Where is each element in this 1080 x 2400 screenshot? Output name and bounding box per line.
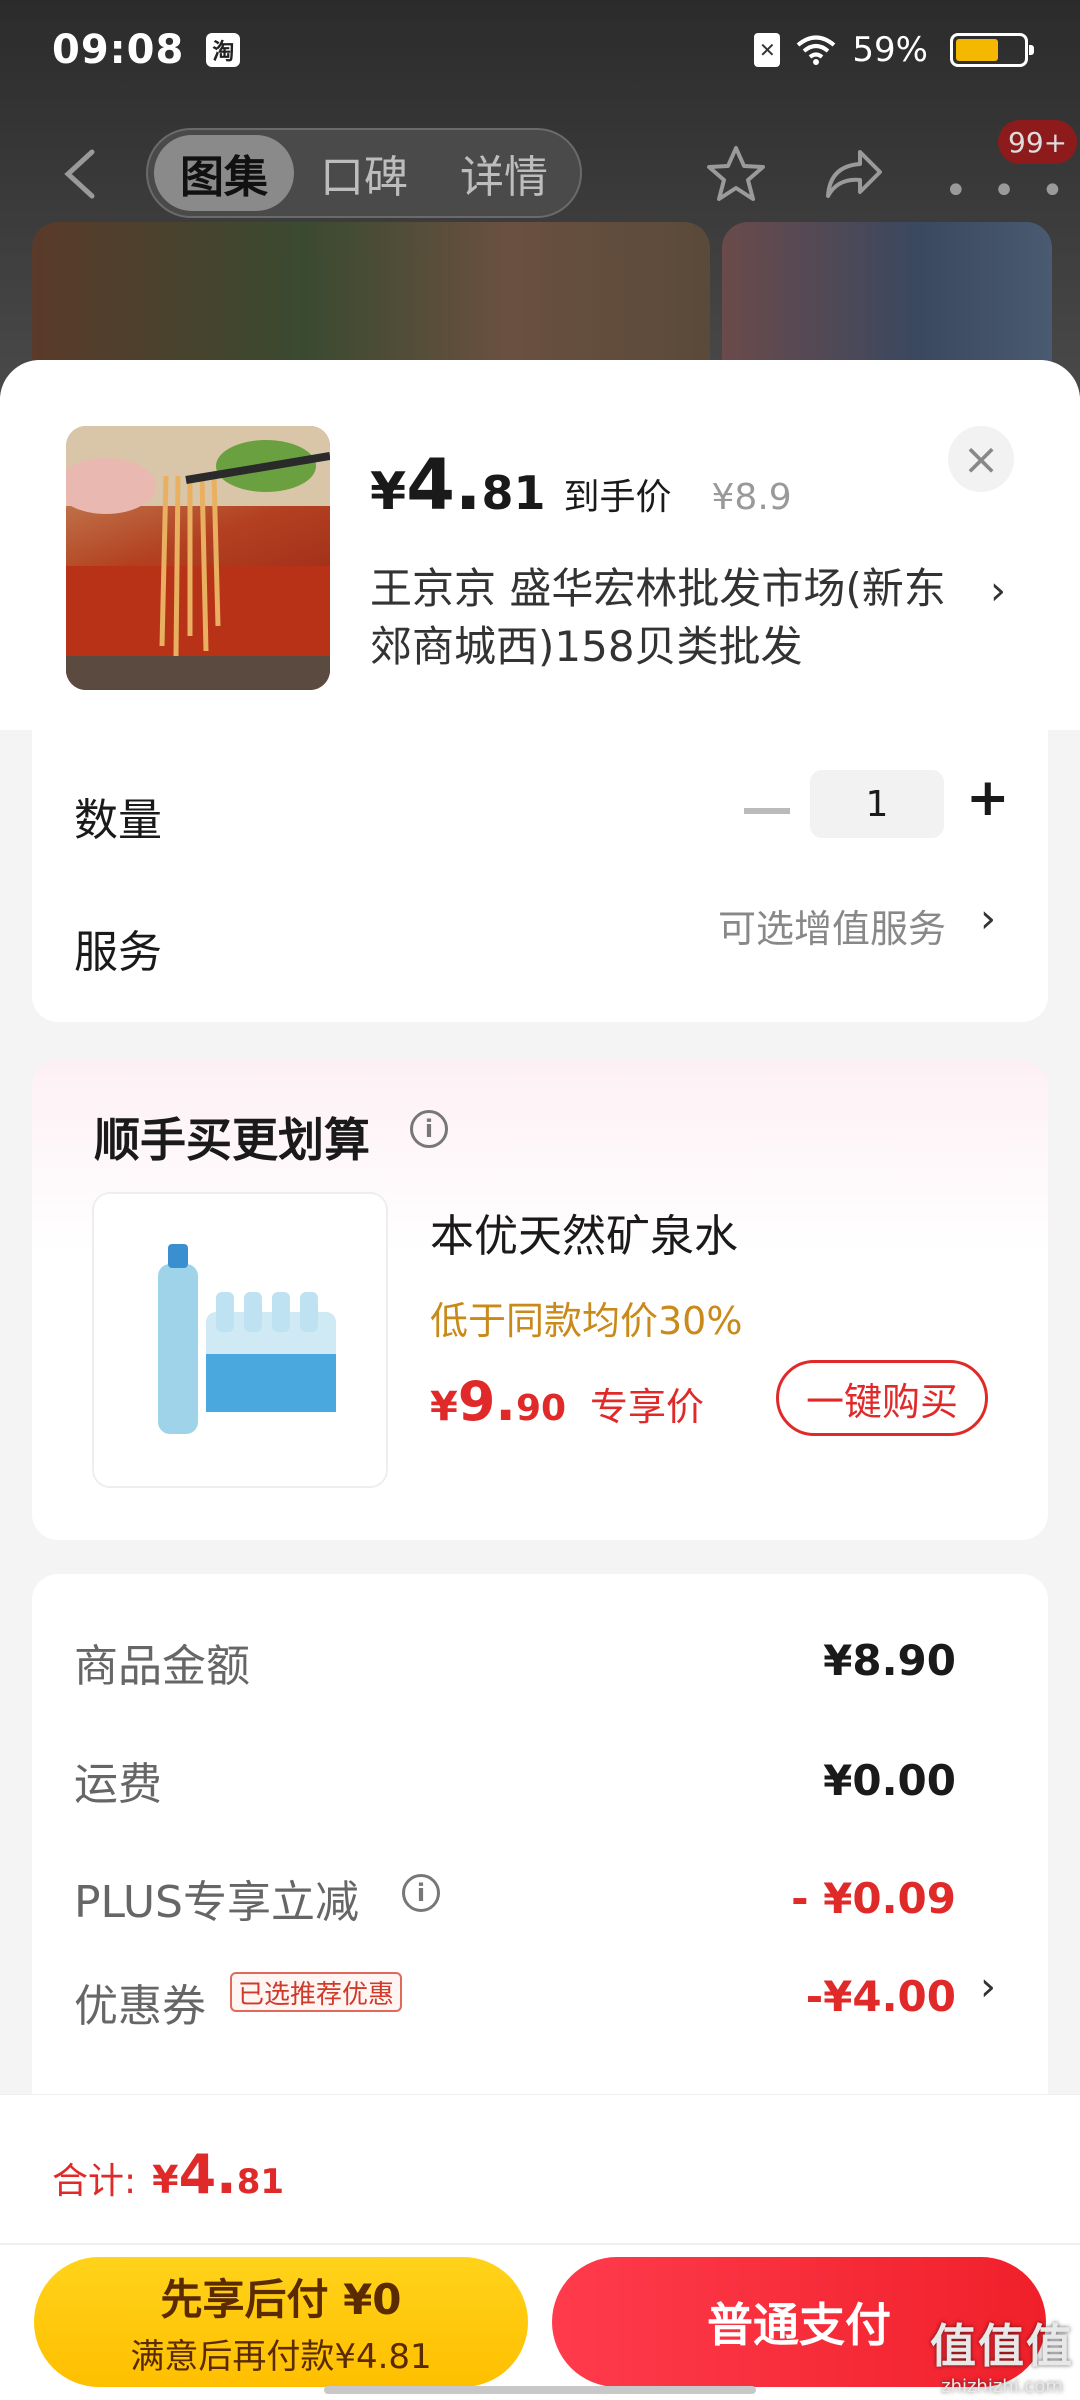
product-header: ¥ 4. 81 到手价 ¥8.9 王京京 盛华宏林批发市场(新东郊商城西)158… [0, 360, 1080, 730]
one-click-buy-button[interactable]: 一键购买 [776, 1360, 988, 1436]
info-icon[interactable]: i [402, 1874, 440, 1912]
price-row: ¥ 4. 81 到手价 ¥8.9 [370, 444, 792, 526]
plus-discount-label: PLUS专享立减 [74, 1877, 359, 1928]
back-arrow-icon[interactable] [58, 148, 102, 200]
exclusive-price-label: 专享价 [590, 1385, 705, 1429]
service-value[interactable]: 可选增值服务 [718, 898, 946, 953]
quantity-input[interactable]: 1 [810, 770, 944, 838]
battery-level [956, 39, 999, 61]
service-label: 服务 [74, 927, 162, 978]
close-button[interactable]: × [948, 426, 1014, 492]
gallery-image[interactable] [722, 222, 1052, 372]
wifi-icon [797, 35, 836, 65]
shipping-value: ¥0.00 [823, 1756, 956, 1805]
favorite-star-icon[interactable] [704, 142, 768, 206]
upsell-product-image[interactable] [92, 1192, 388, 1488]
amount-breakdown-card: 商品金额 ¥8.90 运费 ¥0.00 PLUS专享立减 i - ¥0.09 优… [32, 1574, 1048, 2134]
price-integer: 4. [406, 444, 482, 526]
tab-switcher: 图集 口碑 详情 [146, 128, 582, 218]
pay-later-button[interactable]: 先享后付 ¥0 满意后再付款¥4.81 [34, 2257, 528, 2387]
price-decimal: 81 [481, 466, 546, 520]
pay-later-sub-label: 满意后再付款¥4.81 [130, 2337, 432, 2377]
info-icon[interactable]: i [410, 1110, 448, 1148]
battery-percent: 59% [852, 30, 928, 70]
pay-later-main-label: 先享后付 ¥0 [160, 2275, 402, 2324]
upsell-card: 顺手买更划算 i 本优天然矿泉水 低于同款均价30% ¥ 9. 90 专享价 一… [32, 1060, 1048, 1540]
total-decimal: 81 [236, 2162, 285, 2202]
coupon-value[interactable]: -¥4.00 [806, 1972, 956, 2021]
coupon-label: 优惠券 [74, 1981, 206, 2032]
status-time: 09:08 [52, 27, 185, 73]
upsell-price-integer: 9. [457, 1370, 516, 1433]
status-right: ✕ 59% [754, 30, 1034, 70]
price-currency: ¥ [370, 462, 407, 522]
final-price-label: 到手价 [563, 477, 672, 518]
tab-details[interactable]: 详情 [434, 135, 574, 211]
chevron-right-icon[interactable]: › [980, 1964, 996, 2010]
goods-amount-value: ¥8.90 [823, 1636, 956, 1685]
watermark: 值值值 zhizhizhi.com [930, 2310, 1074, 2397]
taobao-app-icon: 淘 [206, 33, 241, 67]
goods-amount-label: 商品金额 [74, 1641, 250, 1692]
upsell-title: 顺手买更划算 [94, 1113, 370, 1167]
checkout-footer: 合计: ¥ 4. 81 先享后付 ¥0 满意后再付款¥4.81 普通支付 [0, 2094, 1080, 2400]
hotpot-image [66, 426, 330, 690]
tab-gallery[interactable]: 图集 [154, 135, 294, 211]
watermark-logo: 值值值 [930, 2319, 1074, 2373]
gallery-image[interactable] [32, 222, 710, 372]
watermark-url: zhizhizhi.com [941, 2376, 1063, 2397]
plus-discount-value: - ¥0.09 [791, 1874, 956, 1923]
battery-icon [950, 33, 1034, 67]
upsell-price: ¥ 9. 90 专享价 [430, 1370, 704, 1433]
sim-icon: ✕ [754, 33, 781, 67]
total-label: 合计: [52, 2161, 137, 2202]
background-page: 09:08 淘 ✕ 59% 图集 口碑 详情 • • • 99+ [0, 0, 1080, 400]
quantity-service-card: 数量 1 + 服务 可选增值服务 › [32, 730, 1048, 1022]
quantity-label: 数量 [74, 795, 162, 846]
total-currency: ¥ [152, 2158, 179, 2202]
shop-name[interactable]: 王京京 盛华宏林批发市场(新东郊商城西)158贝类批发 [370, 560, 960, 676]
upsell-price-currency: ¥ [430, 1384, 458, 1430]
status-bar: 09:08 淘 ✕ 59% [0, 0, 1080, 100]
original-price: ¥8.9 [711, 477, 792, 518]
shipping-label: 运费 [74, 1759, 162, 1810]
share-icon[interactable] [822, 144, 886, 204]
upsell-tip: 低于同款均价30% [430, 1299, 743, 1343]
chevron-right-icon[interactable]: › [990, 568, 1006, 614]
upsell-product-name[interactable]: 本优天然矿泉水 [430, 1200, 738, 1264]
quantity-minus-button[interactable] [744, 808, 790, 814]
quantity-plus-button[interactable]: + [966, 768, 1010, 828]
nav-bar: 图集 口碑 详情 • • • 99+ [0, 120, 1080, 230]
more-icon[interactable]: • • • [944, 168, 1070, 214]
chevron-right-icon[interactable]: › [980, 896, 996, 942]
product-thumbnail [66, 426, 330, 690]
home-indicator[interactable] [324, 2386, 756, 2394]
total-integer: 4. [178, 2143, 237, 2206]
total-row: 合计: ¥ 4. 81 [52, 2143, 284, 2206]
message-badge: 99+ [998, 120, 1078, 164]
coupon-recommended-tag: 已选推荐优惠 [230, 1972, 403, 2012]
divider [0, 2243, 1080, 2245]
tab-reviews[interactable]: 口碑 [294, 135, 434, 211]
upsell-price-decimal: 90 [515, 1388, 567, 1429]
water-bottles-image [158, 1244, 336, 1434]
